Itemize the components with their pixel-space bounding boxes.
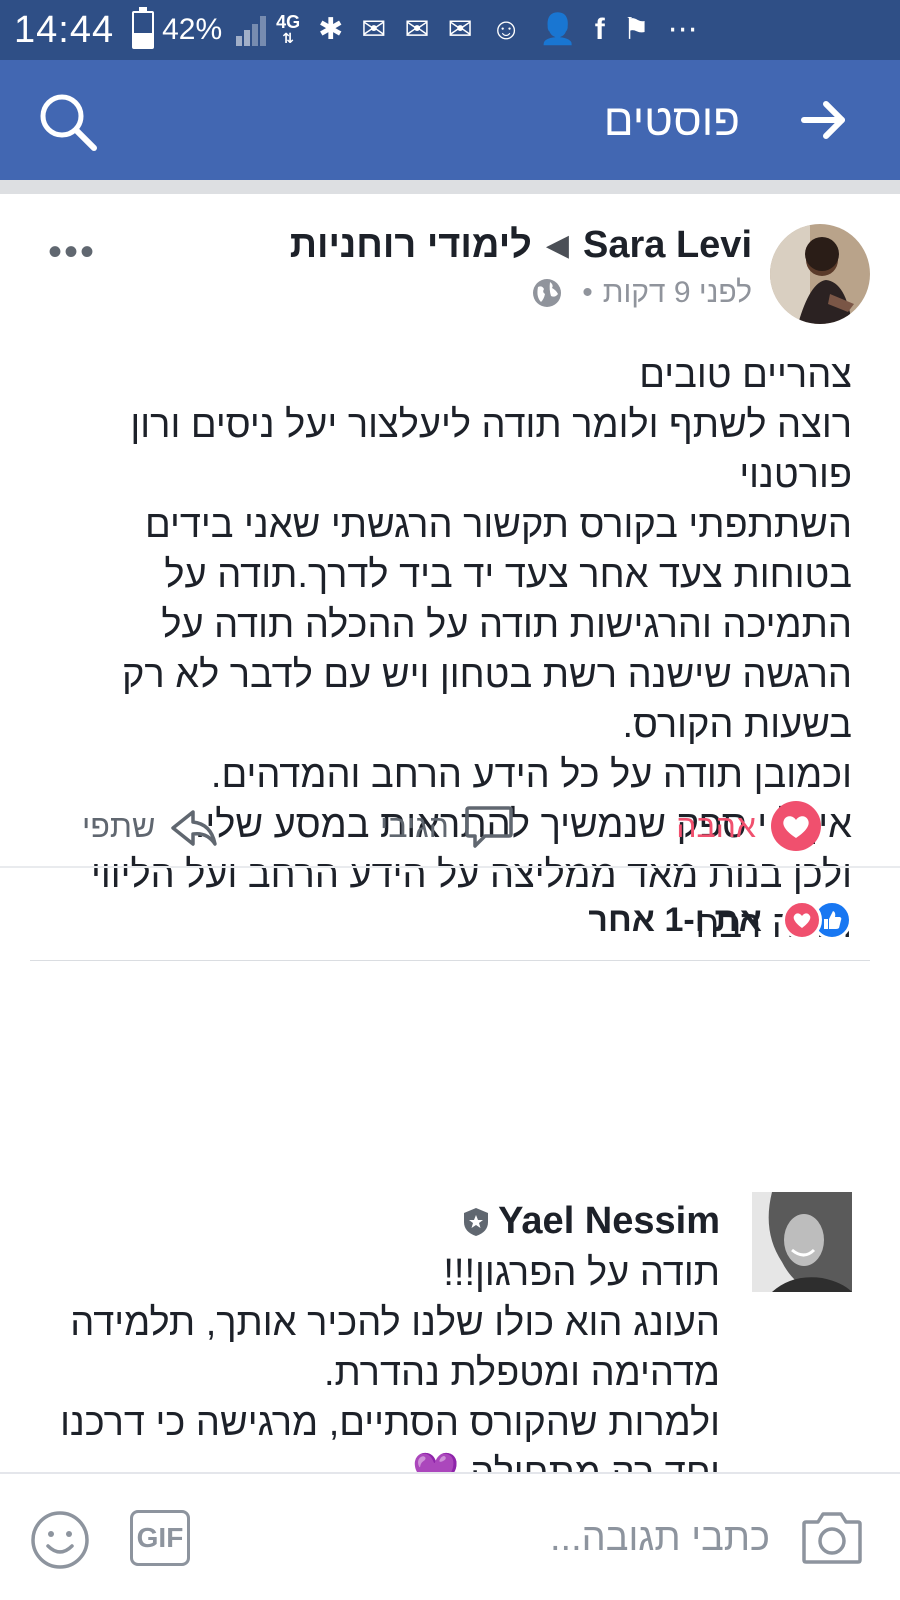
share-icon — [171, 810, 218, 846]
comment-text: תודה על הפרגון!!! העונג הוא כולו שלנו לה… — [40, 1248, 720, 1472]
author-avatar[interactable] — [770, 224, 870, 324]
post-actions: אהבה הגיבי שתפי — [0, 786, 900, 866]
back-arrow-icon[interactable] — [800, 96, 848, 144]
friend-request-icon: 👤 — [539, 13, 577, 46]
facebook-icon: f — [594, 13, 605, 46]
post-time[interactable]: לפני 9 דקות — [603, 276, 752, 310]
comment-line: ולמרות שהקורס הסתיים, מרגישה כי דרכנו יח… — [40, 1398, 720, 1472]
reactions-text: את ו-1 אחר — [588, 900, 762, 939]
page-title: פוסטים — [603, 96, 740, 145]
shared-to-arrow-icon: ◀ — [545, 229, 569, 262]
love-label: אהבה — [676, 807, 756, 844]
comment-line: תודה על הפרגון!!! — [443, 1252, 720, 1294]
comment-author[interactable]: Yael Nessim — [462, 1200, 720, 1243]
group-name[interactable]: לימודי רוחניות — [290, 224, 532, 267]
comment-icon — [465, 806, 513, 848]
actions-separator — [0, 866, 900, 868]
gif-button[interactable]: GIF — [130, 1510, 190, 1566]
comment-label: הגיבי — [380, 807, 449, 844]
share-button[interactable]: שתפי — [82, 800, 221, 852]
app-bar: פוסטים — [0, 60, 900, 180]
mail-icon: ✉ — [361, 13, 387, 46]
love-button[interactable]: אהבה — [676, 800, 822, 852]
post-line: צהריים טובים — [639, 354, 852, 396]
post-meta: לפני 9 דקות • — [532, 276, 752, 310]
reply-composer: GIF — [0, 1472, 900, 1600]
status-bar: 14:44 42% 4G ⇅ ✱ ✉ ✉ ✉ ☺ 👤 f ⚑ ⋯ — [0, 0, 900, 60]
signal-icon — [236, 14, 267, 46]
status-time: 14:44 — [14, 8, 115, 51]
search-icon[interactable] — [36, 90, 100, 154]
reply-input[interactable] — [230, 1504, 770, 1572]
app-notification-icon: ☺ — [490, 13, 522, 46]
emoji-icon[interactable] — [30, 1510, 90, 1570]
email-at-icon: ✉ — [404, 13, 430, 46]
purple-heart-icon: 💜 — [412, 1452, 459, 1472]
battery-percent: 42% — [162, 13, 223, 46]
admin-badge-icon — [464, 1207, 489, 1236]
post-header: Sara Levi ◀ לימודי רוחניות — [290, 224, 752, 267]
commenter-name[interactable]: Yael Nessim — [498, 1200, 720, 1243]
feed-separator — [0, 180, 900, 194]
meta-dot: • — [582, 276, 593, 309]
flag-icon: ⚑ — [622, 13, 650, 46]
actions-divider — [30, 960, 870, 961]
commenter-avatar[interactable] — [752, 1192, 852, 1292]
post-line: השתתפתי בקורס תקשור הרגשתי שאני בידים בט… — [121, 504, 852, 746]
mail-alt-icon: ✉ — [447, 13, 473, 46]
globe-icon — [533, 279, 562, 307]
share-label: שתפי — [82, 807, 156, 844]
comment-button[interactable]: הגיבי — [380, 800, 515, 852]
more-notifications-icon: ⋯ — [667, 13, 698, 46]
love-reaction-icon — [782, 900, 822, 940]
network-indicator: 4G ⇅ — [276, 12, 301, 46]
bluetooth-icon: ✱ — [318, 13, 344, 46]
comments-list: Yael Nessim תודה על הפרגון!!! העונג הוא … — [0, 1180, 900, 1472]
camera-icon[interactable] — [800, 1508, 864, 1566]
comment-line: העונג הוא כולו שלנו להכיר אותך, תלמידה מ… — [70, 1302, 720, 1394]
heart-icon — [771, 801, 821, 851]
more-options-icon[interactable]: ••• — [48, 230, 96, 275]
battery-icon — [132, 7, 155, 49]
author-name[interactable]: Sara Levi — [583, 224, 752, 267]
reactions-summary[interactable]: את ו-1 אחר — [588, 900, 852, 940]
post-line: רוצה לשתף ולומר תודה ליעלצור יעל ניסים ו… — [130, 404, 852, 496]
